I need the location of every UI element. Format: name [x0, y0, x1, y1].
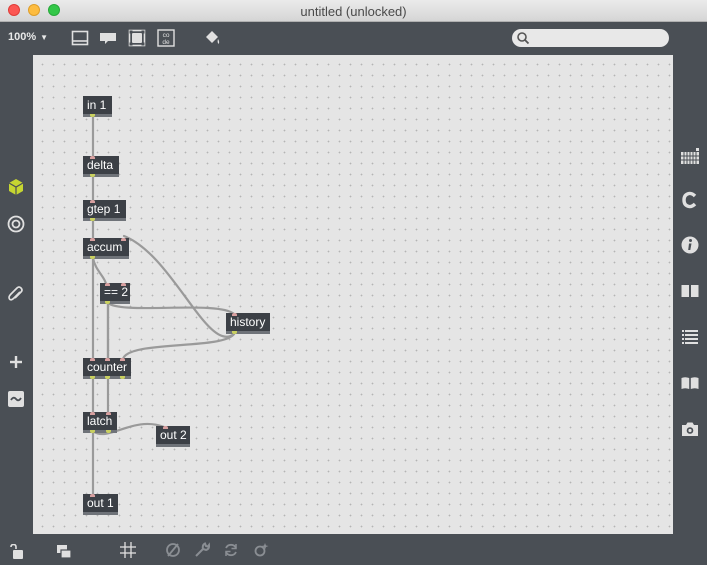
patch-cord[interactable]	[91, 256, 108, 286]
object-out2[interactable]: out 2	[156, 426, 190, 447]
magic-icon[interactable]	[253, 542, 269, 558]
clippings-icon[interactable]	[680, 190, 700, 210]
lock-icon[interactable]	[8, 544, 24, 560]
list-icon[interactable]	[680, 327, 700, 347]
object-label: counter	[87, 360, 128, 374]
object-label: in 1	[87, 98, 107, 112]
object-counter[interactable]: counter	[83, 358, 131, 379]
object-gtep1[interactable]: gtep 1	[83, 200, 126, 221]
outlet[interactable]	[120, 376, 125, 379]
outlet[interactable]	[232, 331, 237, 334]
zoom-menu[interactable]: 100% ▼	[8, 31, 48, 43]
caret-down-icon: ▼	[40, 33, 49, 42]
object-delta[interactable]: delta	[83, 156, 119, 177]
object-label: gtep 1	[87, 202, 121, 216]
outlet[interactable]	[90, 430, 95, 433]
refresh-icon[interactable]	[223, 542, 239, 558]
grid-toggle-icon[interactable]	[120, 542, 136, 558]
code-icon[interactable]: co de	[157, 29, 175, 47]
object-label: out 2	[160, 428, 187, 442]
object-eq2[interactable]: == 2	[100, 283, 130, 304]
object-label: accum	[87, 240, 123, 254]
object-history[interactable]: history	[226, 313, 270, 334]
outlet[interactable]	[105, 376, 110, 379]
object-label: == 2	[104, 285, 129, 299]
right-sidebar	[673, 54, 707, 534]
target-icon[interactable]	[6, 214, 26, 234]
book-open-icon[interactable]	[680, 281, 700, 301]
bottom-toolbar	[0, 534, 707, 565]
window-title: untitled (unlocked)	[300, 4, 407, 19]
code-icon-text-bottom: de	[162, 39, 170, 46]
paperclip-icon[interactable]	[6, 284, 26, 304]
object-out1[interactable]: out 1	[83, 494, 118, 515]
object-in1[interactable]: in 1	[83, 96, 112, 117]
patcher-canvas[interactable]: in 1 delta gtep 1 accum == 2 history cou…	[33, 55, 673, 534]
search-icon	[517, 32, 530, 45]
outlet[interactable]	[90, 376, 95, 379]
object-latch[interactable]: latch	[83, 412, 117, 433]
search-field[interactable]	[512, 29, 669, 47]
plus-icon[interactable]	[6, 352, 26, 372]
fullscreen-icon[interactable]	[128, 29, 146, 47]
grid-icon[interactable]	[680, 147, 700, 167]
outlet[interactable]	[90, 256, 95, 259]
snapshot-icon[interactable]	[680, 419, 700, 439]
outlet[interactable]	[90, 114, 95, 117]
outlet[interactable]	[90, 174, 95, 177]
object-label: history	[230, 315, 266, 329]
reference-icon[interactable]	[680, 373, 700, 393]
disable-icon[interactable]	[165, 542, 181, 558]
object-label: out 1	[87, 496, 114, 510]
top-toolbar: 100% ▼ co de	[0, 22, 707, 54]
outlet[interactable]	[105, 301, 110, 304]
tilde-icon[interactable]	[6, 389, 26, 409]
left-sidebar	[0, 54, 32, 534]
windows-icon[interactable]	[56, 544, 72, 560]
comment-icon[interactable]	[99, 29, 117, 47]
info-icon[interactable]	[680, 235, 700, 255]
code-icon-text-top: co	[163, 32, 170, 39]
zoom-level: 100%	[8, 31, 37, 43]
presentation-icon[interactable]	[71, 29, 89, 47]
object-accum[interactable]: accum	[83, 238, 129, 259]
outlet[interactable]	[90, 218, 95, 221]
wrench-icon[interactable]	[194, 542, 210, 558]
patch-cord[interactable]	[122, 234, 236, 338]
object-label: latch	[87, 414, 113, 428]
patch-cord[interactable]	[106, 301, 236, 316]
outlet[interactable]	[106, 430, 111, 433]
object-label: delta	[87, 158, 114, 172]
patch-cord[interactable]	[121, 332, 236, 361]
title-bar: untitled (unlocked)	[0, 0, 707, 22]
paint-bucket-icon[interactable]	[203, 29, 221, 47]
package-icon[interactable]	[6, 177, 26, 197]
